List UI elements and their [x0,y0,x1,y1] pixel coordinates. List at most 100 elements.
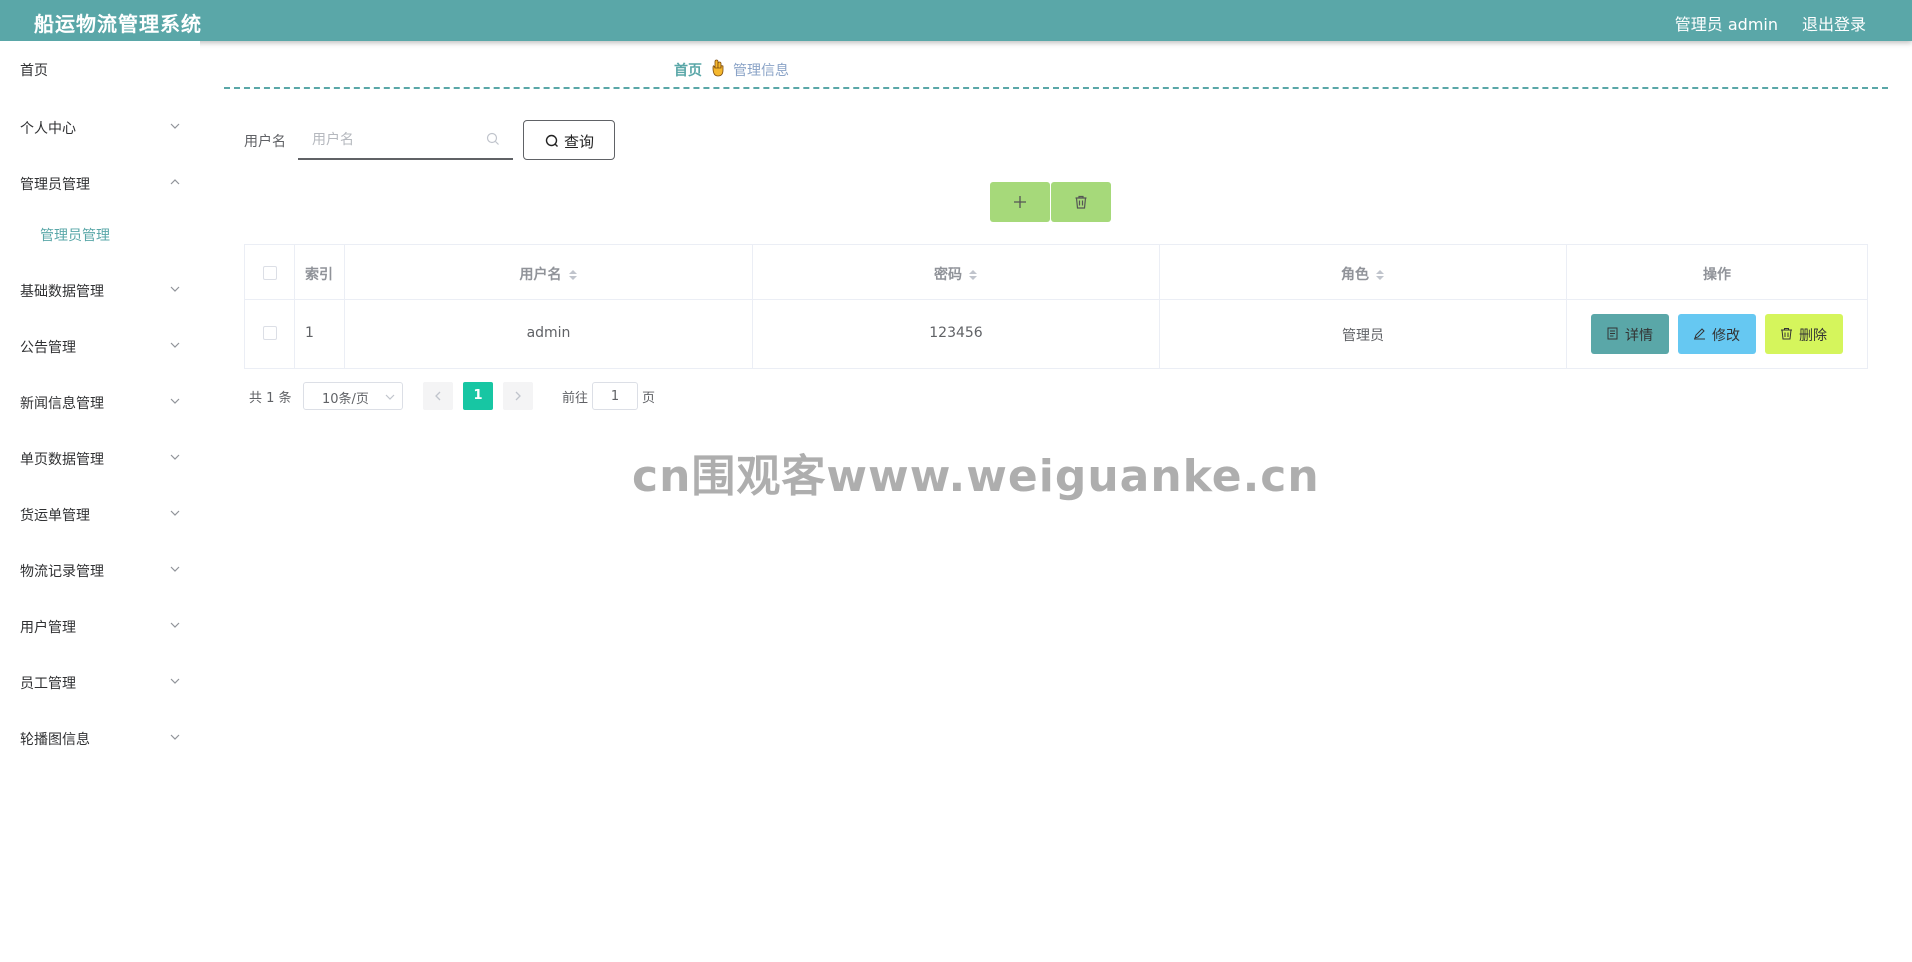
column-header-label: 操作 [1703,267,1731,283]
page-size-value: 10条/页 [322,392,369,407]
sidebar-item-label: 货运单管理 [20,508,90,524]
sidebar-item-label: 物流记录管理 [20,564,104,580]
breadcrumb-divider [224,87,1888,89]
search-field [298,120,513,160]
sort-icon[interactable] [968,268,978,282]
edit-button-label: 修改 [1712,328,1740,344]
sidebar: 首页 个人中心 管理员管理 管理员管理 基础数据管理 公告管理 新闻信息管理 单… [0,41,200,962]
document-icon [1607,327,1618,340]
delete-button-label: 删除 [1799,328,1827,344]
search-icon [545,134,558,147]
sidebar-item-carousel[interactable]: 轮播图信息 [0,718,200,758]
batch-delete-button[interactable] [1051,182,1111,222]
column-header-username[interactable]: 用户名 [345,245,753,300]
sidebar-item-label: 个人中心 [20,121,76,137]
add-button[interactable] [990,182,1050,222]
trash-icon [1075,195,1087,209]
plus-icon [1014,196,1026,208]
edit-button[interactable]: 修改 [1678,314,1756,354]
sidebar-subitem-admin-management[interactable]: 管理员管理 [0,214,200,254]
query-button[interactable]: 查询 [523,120,615,160]
search-input[interactable] [312,128,482,152]
chevron-down-icon [170,622,180,628]
pencil-icon [1694,328,1705,340]
chevron-down-icon [170,342,180,348]
sidebar-subitem-label: 管理员管理 [40,228,110,244]
table-row: 1 admin 123456 管理员 详情 修改 删除 [245,300,1867,368]
sidebar-item-label: 单页数据管理 [20,452,104,468]
sidebar-item-home[interactable]: 首页 [0,49,200,89]
column-header-role[interactable]: 角色 [1160,245,1567,300]
sidebar-item-user-management[interactable]: 用户管理 [0,606,200,646]
chevron-down-icon [385,394,395,400]
sidebar-item-news[interactable]: 新闻信息管理 [0,382,200,422]
page-size-select[interactable]: 10条/页 [303,382,403,410]
logout-link[interactable]: 退出登录 [1802,11,1866,35]
chevron-up-icon [170,179,180,185]
detail-button-label: 详情 [1625,328,1653,344]
chevron-left-icon [435,391,441,401]
current-user-label: 管理员 admin [1674,15,1778,34]
sidebar-item-label: 员工管理 [20,676,76,692]
trash-icon [1781,328,1792,340]
cell-role: 管理员 [1160,300,1567,368]
search-label: 用户名 [244,134,286,150]
sidebar-item-personal-center[interactable]: 个人中心 [0,107,200,147]
goto-page-input[interactable] [592,382,638,410]
sidebar-item-employee[interactable]: 员工管理 [0,662,200,702]
top-header: 船运物流管理系统 管理员 admin 退出登录 [0,0,1912,41]
row-checkbox[interactable] [263,326,277,340]
sidebar-item-announcement[interactable]: 公告管理 [0,326,200,366]
cell-actions: 详情 修改 删除 [1567,300,1867,368]
breadcrumb-home[interactable]: 首页 [674,60,702,80]
chevron-down-icon [170,566,180,572]
cell-role-text: 管理员 [1342,328,1384,344]
sidebar-item-single-page[interactable]: 单页数据管理 [0,438,200,478]
app-title: 船运物流管理系统 [34,12,202,36]
sidebar-item-label: 公告管理 [20,340,76,356]
header-select-cell [245,245,295,300]
sidebar-item-label: 首页 [20,63,48,79]
cell-username: admin [345,300,753,368]
chevron-down-icon [170,678,180,684]
chevron-down-icon [170,123,180,129]
prev-page-button[interactable] [423,382,453,410]
column-header-label: 密码 [934,267,962,283]
chevron-down-icon [170,286,180,292]
sort-icon[interactable] [1375,268,1385,282]
query-button-label: 查询 [564,133,595,151]
search-icon [486,132,499,145]
cell-username-text: admin [526,325,571,341]
chevron-down-icon [170,454,180,460]
cell-password: 123456 [753,300,1160,368]
detail-button[interactable]: 详情 [1591,314,1669,354]
sidebar-item-basic-data[interactable]: 基础数据管理 [0,270,200,310]
next-page-button[interactable] [503,382,533,410]
sidebar-item-label: 轮播图信息 [20,732,90,748]
sidebar-item-label: 基础数据管理 [20,284,104,300]
goto-label: 前往 [562,391,589,406]
chevron-down-icon [170,510,180,516]
table-header-row: 索引 用户名 密码 角色 操作 [245,245,1867,300]
select-all-checkbox[interactable] [263,266,277,280]
sidebar-item-label: 新闻信息管理 [20,396,104,412]
cell-password-text: 123456 [929,325,983,341]
sidebar-item-logistics-record[interactable]: 物流记录管理 [0,550,200,590]
chevron-right-icon [515,391,521,401]
cell-index: 1 [295,300,345,368]
sort-icon[interactable] [568,268,578,282]
admin-table: 索引 用户名 密码 角色 操作 1 admin 123456 管理员 详情 修改… [244,244,1868,369]
column-header-label: 用户名 [519,267,562,283]
sidebar-item-waybill[interactable]: 货运单管理 [0,494,200,534]
row-select-cell [245,300,295,368]
column-header-actions: 操作 [1567,245,1867,300]
column-header-label: 角色 [1341,267,1369,283]
column-header-index: 索引 [295,245,345,300]
column-header-password[interactable]: 密码 [753,245,1160,300]
watermark-text: cn围观客www.weiguanke.cn [632,451,1320,502]
sidebar-item-label: 用户管理 [20,620,76,636]
sidebar-item-admin-management[interactable]: 管理员管理 [0,163,200,203]
delete-button[interactable]: 删除 [1765,314,1843,354]
page-number-button[interactable]: 1 [463,382,493,410]
chevron-down-icon [170,398,180,404]
